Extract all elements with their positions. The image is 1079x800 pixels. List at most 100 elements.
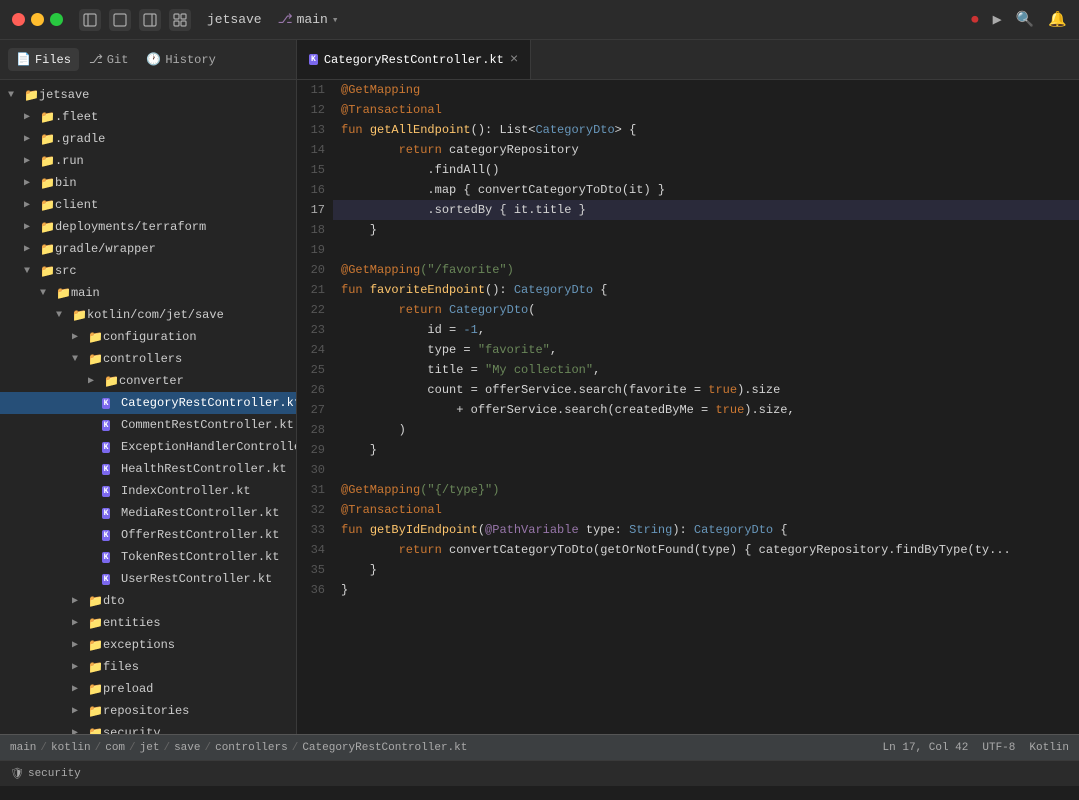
tree-item-preload[interactable]: ▶ 📁 preload [0,678,296,700]
tree-item-controllers[interactable]: ▼ 📁 controllers [0,348,296,370]
editor-tabs: K CategoryRestController.kt × [297,40,1079,80]
minimize-button[interactable] [31,13,44,26]
tree-item-comment-controller[interactable]: K CommentRestController.kt [0,414,296,436]
bottombar: 🛡 security [0,760,1079,786]
code-line-34: return convertCategoryToDto(getOrNotFoun… [333,540,1079,560]
tree-item-repositories[interactable]: ▶ 📁 repositories [0,700,296,722]
editor-tab-category[interactable]: K CategoryRestController.kt × [297,40,531,79]
tree-item-security[interactable]: ▶ 📁 security [0,722,296,734]
shield-icon: 🛡 [10,767,24,781]
tree-item-dto[interactable]: ▶ 📁 dto [0,590,296,612]
tree-item-converter[interactable]: ▶ 📁 converter [0,370,296,392]
tree-item-configuration[interactable]: ▶ 📁 configuration [0,326,296,348]
breadcrumb: main / kotlin / com / jet / save / contr… [10,742,467,754]
encoding: UTF-8 [982,742,1015,754]
close-button[interactable] [12,13,25,26]
tree-item-run[interactable]: ▶ 📁 .run [0,150,296,172]
play-icon[interactable]: ▶ [993,10,1002,29]
sidebar-tab-history[interactable]: 🕐 History [138,48,223,71]
tree-item-bin[interactable]: ▶ 📁 bin [0,172,296,194]
code-line-36: } [333,580,1079,600]
project-name[interactable]: jetsave [207,12,262,27]
traffic-lights [12,13,63,26]
line-numbers: 11 12 13 14 15 16 17 18 19 20 21 22 23 2… [297,80,333,734]
code-line-28: ) [333,420,1079,440]
tree-item-files[interactable]: ▶ 📁 files [0,656,296,678]
tree-item-media-controller[interactable]: K MediaRestController.kt [0,502,296,524]
tree-item-token-controller[interactable]: K TokenRestController.kt [0,546,296,568]
sidebar: 📄 Files ⎇ Git 🕐 History ▼ 📁 jetsave ▶ [0,40,297,734]
code-line-18: } [333,220,1079,240]
file-tree: ▼ 📁 jetsave ▶ 📁 .fleet ▶ 📁 .gradle ▶ 📁 .… [0,80,296,734]
tab-close-icon[interactable]: × [510,52,518,68]
tree-item-gradle-wrapper[interactable]: ▶ 📁 gradle/wrapper [0,238,296,260]
sidebar-tabs: 📄 Files ⎇ Git 🕐 History [0,40,296,80]
code-line-15: .findAll() [333,160,1079,180]
code-line-25: title = "My collection", [333,360,1079,380]
code-line-33: fun getByIdEndpoint(@PathVariable type: … [333,520,1079,540]
code-lines[interactable]: @GetMapping @Transactional fun getAllEnd… [333,80,1079,734]
editor-area: K CategoryRestController.kt × 11 12 13 1… [297,40,1079,734]
code-line-29: } [333,440,1079,460]
tree-item-index-controller[interactable]: K IndexController.kt [0,480,296,502]
code-line-12: @Transactional [333,100,1079,120]
tab-filename: CategoryRestController.kt [324,53,504,67]
code-editor[interactable]: 11 12 13 14 15 16 17 18 19 20 21 22 23 2… [297,80,1079,734]
code-line-13: fun getAllEndpoint(): List<CategoryDto> … [333,120,1079,140]
code-line-11: @GetMapping [333,80,1079,100]
kotlin-file-icon: K [309,54,318,65]
tree-item-deployments[interactable]: ▶ 📁 deployments/terraform [0,216,296,238]
code-line-17: .sortedBy { it.title } [333,200,1079,220]
main-layout: 📄 Files ⎇ Git 🕐 History ▼ 📁 jetsave ▶ [0,40,1079,734]
code-line-22: return CategoryDto( [333,300,1079,320]
code-line-16: .map { convertCategoryToDto(it) } [333,180,1079,200]
code-line-30 [333,460,1079,480]
sidebar-right-icon[interactable] [139,9,161,31]
search-icon[interactable]: 🔍 [1016,10,1035,29]
tree-item-fleet[interactable]: ▶ 📁 .fleet [0,106,296,128]
tree-item-main[interactable]: ▼ 📁 main [0,282,296,304]
code-line-35: } [333,560,1079,580]
record-icon[interactable]: ⏺ [971,11,979,29]
sidebar-toggle-icon[interactable] [79,9,101,31]
language: Kotlin [1029,742,1069,754]
security-label: security [28,768,81,780]
sidebar-tab-git[interactable]: ⎇ Git [81,48,136,71]
statusbar: main / kotlin / com / jet / save / contr… [0,734,1079,760]
grid-icon[interactable] [169,9,191,31]
tree-item-client[interactable]: ▶ 📁 client [0,194,296,216]
bell-icon[interactable]: 🔔 [1048,10,1067,29]
tree-item-gradle-dot[interactable]: ▶ 📁 .gradle [0,128,296,150]
tree-item-offer-controller[interactable]: K OfferRestController.kt [0,524,296,546]
tree-item-jetsave[interactable]: ▼ 📁 jetsave [0,84,296,106]
layout-square-icon[interactable] [109,9,131,31]
bottombar-left: 🛡 security [10,767,81,781]
titlebar-actions: ⏺ ▶ 🔍 🔔 [971,10,1067,29]
tree-item-exception-controller[interactable]: K ExceptionHandlerControlle... [0,436,296,458]
tree-item-user-controller[interactable]: K UserRestController.kt [0,568,296,590]
tree-item-exceptions[interactable]: ▶ 📁 exceptions [0,634,296,656]
code-line-32: @Transactional [333,500,1079,520]
code-line-20: @GetMapping("/favorite") [333,260,1079,280]
maximize-button[interactable] [50,13,63,26]
code-line-14: return categoryRepository [333,140,1079,160]
cursor-position: Ln 17, Col 42 [883,742,969,754]
files-icon: 📄 [16,52,31,67]
history-icon: 🕐 [146,52,161,67]
security-badge[interactable]: 🛡 security [10,767,81,781]
code-line-26: count = offerService.search(favorite = t… [333,380,1079,400]
code-line-24: type = "favorite", [333,340,1079,360]
tree-item-src[interactable]: ▼ 📁 src [0,260,296,282]
tree-item-kotlin-path[interactable]: ▼ 📁 kotlin/com/jet/save [0,304,296,326]
tree-item-health-controller[interactable]: K HealthRestController.kt [0,458,296,480]
code-line-21: fun favoriteEndpoint(): CategoryDto { [333,280,1079,300]
code-line-27: + offerService.search(createdByMe = true… [333,400,1079,420]
statusbar-right: Ln 17, Col 42 UTF-8 Kotlin [883,742,1069,754]
code-line-23: id = -1, [333,320,1079,340]
tree-item-entities[interactable]: ▶ 📁 entities [0,612,296,634]
tree-item-category-controller[interactable]: K CategoryRestController.kt [0,392,296,414]
sidebar-tab-files[interactable]: 📄 Files [8,48,79,71]
branch-selector[interactable]: ⎇ main ▾ [278,12,339,27]
titlebar: jetsave ⎇ main ▾ ⏺ ▶ 🔍 🔔 [0,0,1079,40]
code-line-31: @GetMapping("{/type}") [333,480,1079,500]
